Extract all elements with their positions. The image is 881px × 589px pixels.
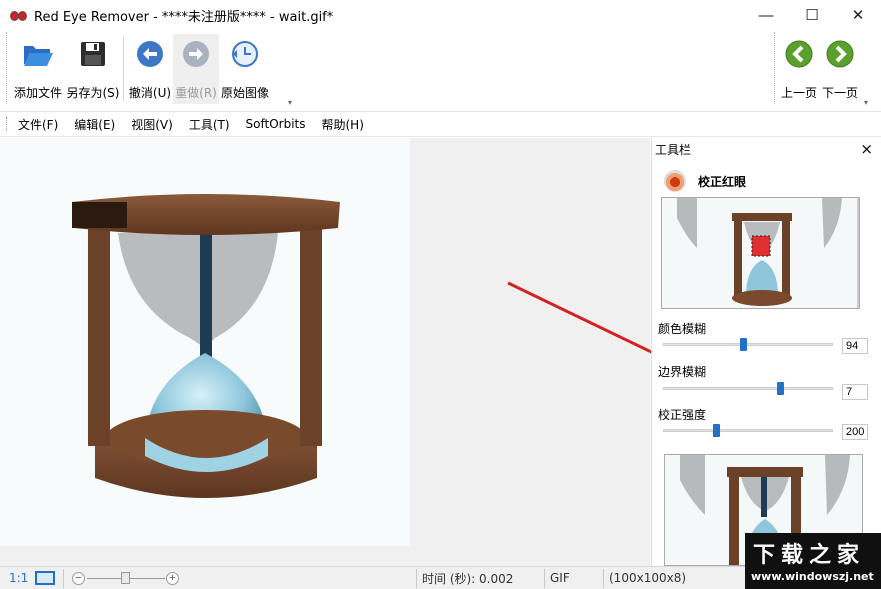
undo-button[interactable]: 撤消(U) bbox=[127, 34, 173, 104]
save-as-label: 另存为(S) bbox=[66, 86, 120, 100]
file-format: GIF bbox=[550, 571, 570, 585]
nav-overflow-icon[interactable]: ▾ bbox=[864, 98, 868, 107]
selection-preview[interactable] bbox=[661, 197, 860, 309]
color-blur-value[interactable]: 94 bbox=[842, 338, 868, 354]
redo-arrow-icon bbox=[180, 38, 212, 70]
color-blur-slider[interactable] bbox=[663, 338, 833, 351]
next-page-button[interactable]: 下一页 bbox=[819, 34, 861, 104]
edit-group: 撤消(U) 重做(R) 原始图像 bbox=[127, 34, 271, 104]
panel-section-header: 校正红眼 bbox=[664, 170, 881, 192]
close-button[interactable]: ✕ bbox=[835, 0, 881, 30]
panel-header: 工具栏 × bbox=[652, 138, 881, 160]
tool-panel: 工具栏 × 校正红眼 颜色模糊 94 边界模糊 7 校正强度 200 bbox=[651, 138, 881, 566]
zoom-in-icon[interactable]: + bbox=[166, 572, 179, 585]
maximize-button[interactable]: ☐ bbox=[789, 0, 835, 30]
open-folder-icon bbox=[22, 38, 54, 70]
add-file-label: 添加文件 bbox=[13, 86, 62, 100]
panel-section-title: 校正红眼 bbox=[698, 174, 747, 189]
zoom-actual-size-button[interactable]: 1:1 bbox=[9, 571, 28, 585]
watermark-title: 下载之家 bbox=[753, 543, 866, 568]
toolbar-overflow-icon[interactable]: ▾ bbox=[288, 98, 292, 107]
undo-arrow-icon bbox=[134, 38, 166, 70]
clock-restore-icon bbox=[229, 38, 261, 70]
correction-strength-label: 校正强度 bbox=[658, 408, 707, 422]
menu-help[interactable]: 帮助(H) bbox=[321, 116, 363, 133]
correction-strength-value[interactable]: 200 bbox=[842, 424, 868, 440]
menu-bar: 文件(F) 编辑(E) 视图(V) 工具(T) SoftOrbits 帮助(H) bbox=[0, 112, 881, 137]
add-file-button[interactable]: 添加文件 bbox=[11, 34, 65, 104]
prev-page-label: 上一页 bbox=[780, 86, 817, 100]
panel-close-icon[interactable]: × bbox=[860, 140, 873, 158]
site-watermark: 下载之家 www.windowszj.net bbox=[745, 533, 881, 589]
green-left-arrow-icon bbox=[783, 38, 815, 70]
redo-label: 重做(R) bbox=[175, 86, 217, 100]
edge-blur-thumb[interactable] bbox=[777, 382, 784, 395]
prev-page-button[interactable]: 上一页 bbox=[779, 34, 819, 104]
menu-grip[interactable] bbox=[6, 117, 9, 131]
edge-blur-slider[interactable] bbox=[663, 382, 833, 395]
minimize-button[interactable]: — bbox=[743, 0, 789, 30]
green-right-arrow-icon bbox=[824, 38, 856, 70]
window-controls: — ☐ ✕ bbox=[743, 0, 881, 30]
status-separator bbox=[63, 569, 64, 588]
fit-to-window-icon[interactable] bbox=[35, 571, 55, 585]
toolbar-separator bbox=[123, 36, 124, 102]
status-separator bbox=[416, 569, 417, 588]
hourglass-picture bbox=[72, 194, 340, 498]
correction-strength-thumb[interactable] bbox=[713, 424, 720, 437]
original-image-button[interactable]: 原始图像 bbox=[219, 34, 271, 104]
status-separator bbox=[544, 569, 545, 588]
panel-header-title: 工具栏 bbox=[655, 142, 692, 157]
hourglass-image[interactable] bbox=[0, 138, 410, 546]
zoom-out-icon[interactable]: − bbox=[72, 572, 85, 585]
menu-edit[interactable]: 编辑(E) bbox=[74, 116, 115, 133]
toolbar: 添加文件 另存为(S) 撤消(U) 重做(R) 原始图像 ▾ 上一页 下一页 ▾ bbox=[0, 30, 881, 112]
next-page-label: 下一页 bbox=[821, 86, 858, 100]
image-dimensions: (100x100x8) bbox=[609, 571, 687, 585]
red-eye-icon bbox=[664, 170, 686, 192]
window-title: Red Eye Remover - ****未注册版**** - wait.gi… bbox=[34, 9, 334, 25]
status-separator bbox=[603, 569, 604, 588]
original-image-label: 原始图像 bbox=[220, 86, 269, 100]
file-group: 添加文件 另存为(S) bbox=[11, 34, 121, 104]
nav-toolbar-grip[interactable] bbox=[774, 32, 777, 104]
watermark-url: www.windowszj.net bbox=[751, 570, 874, 583]
preview-picture bbox=[662, 198, 859, 308]
page-nav-group: 上一页 下一页 bbox=[779, 34, 861, 104]
menu-view[interactable]: 视图(V) bbox=[131, 116, 173, 133]
zoom-slider-thumb[interactable] bbox=[121, 572, 130, 584]
menu-softorbits[interactable]: SoftOrbits bbox=[246, 117, 306, 131]
toolbar-grip[interactable] bbox=[6, 32, 9, 104]
correction-strength-slider[interactable] bbox=[663, 424, 833, 437]
floppy-disk-icon bbox=[77, 38, 109, 70]
red-eye-app-icon bbox=[10, 10, 27, 21]
menu-file[interactable]: 文件(F) bbox=[18, 116, 58, 133]
redo-button[interactable]: 重做(R) bbox=[173, 34, 219, 104]
process-time: 时间 (秒): 0.002 bbox=[422, 571, 514, 586]
edge-blur-value[interactable]: 7 bbox=[842, 384, 868, 400]
title-bar: Red Eye Remover - ****未注册版**** - wait.gi… bbox=[0, 0, 881, 30]
color-blur-label: 颜色模糊 bbox=[658, 322, 707, 336]
save-as-button[interactable]: 另存为(S) bbox=[65, 34, 121, 104]
undo-label: 撤消(U) bbox=[128, 86, 172, 100]
menu-tools[interactable]: 工具(T) bbox=[189, 116, 230, 133]
color-blur-thumb[interactable] bbox=[740, 338, 747, 351]
edge-blur-label: 边界模糊 bbox=[658, 365, 707, 379]
